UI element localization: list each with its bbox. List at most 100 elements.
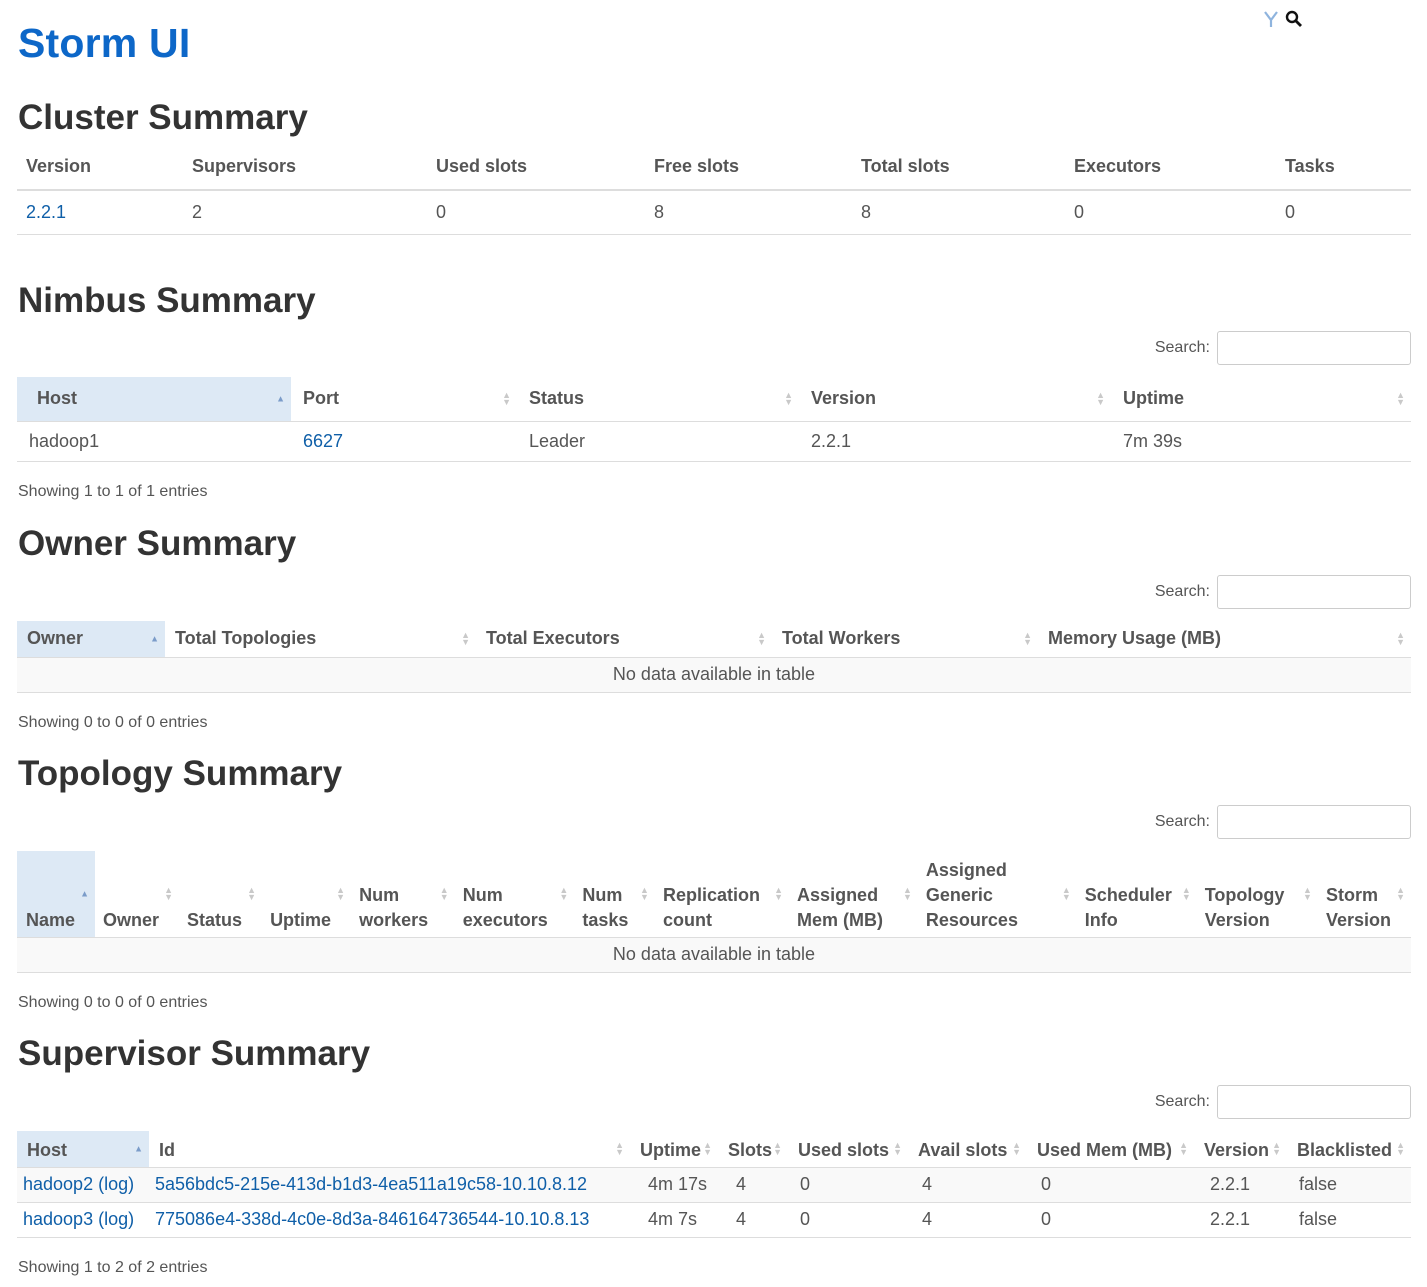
col-version: Version <box>17 150 183 191</box>
supervisor-summary-table: Host ▲ Id ▲ ▼ Uptime ▲ ▼ Slots ▲ ▼ Used slots ▲ ▼… <box>17 1131 1411 1238</box>
topology-header-row: Name ▲ Owner ▲ ▼ Status ▲ ▼ Uptime ▲ ▼ Num workers ▲ ▼… <box>17 851 1411 938</box>
column-header-text: Resources <box>925 909 1018 930</box>
col-topology-6-sort[interactable]: Num executors ▲ ▼ <box>454 851 575 938</box>
col-version-sort[interactable]: Version ▲ ▼ <box>799 377 1111 422</box>
col-host-sort[interactable]: Host ▲ <box>17 377 291 422</box>
col-slots-sort[interactable]: Slots ▲ ▼ <box>718 1131 788 1168</box>
col-topology-4-sort[interactable]: Uptime ▲ ▼ <box>262 851 352 938</box>
cell: 2.2.1 <box>1194 1167 1287 1203</box>
column-header-text: Version <box>1325 909 1391 930</box>
column-header-text: Topology <box>1204 884 1285 905</box>
owner-search: Search: <box>1155 575 1411 609</box>
col-owner-sort[interactable]: Owner ▲ <box>17 621 165 658</box>
col-topology-5-sort[interactable]: Num workers ▲ ▼ <box>351 851 455 938</box>
col-topology-3-sort[interactable]: Status ▲ ▼ <box>179 851 263 938</box>
search-label: Search: <box>1154 1093 1210 1110</box>
search-icon[interactable] <box>1285 10 1303 28</box>
nimbus-summary-table: Host ▲ Port ▲ ▼ Status ▲ ▼ Version ▲ ▼ Uptime ▲ ▼… <box>17 377 1411 462</box>
col-total-topologies-sort[interactable]: Total Topologies ▲ ▼ <box>165 621 476 658</box>
col-memory-usage-sort[interactable]: Memory Usage (MB) ▲ ▼ <box>1038 621 1411 658</box>
supervisor-summary-heading: Supervisor Summary <box>18 1034 371 1073</box>
table-row: 2.2.1 2 0 8 8 0 0 <box>17 190 1411 235</box>
col-avail-slots-sort[interactable]: Avail slots ▲ ▼ <box>908 1131 1027 1168</box>
column-header-text: Num <box>582 884 623 905</box>
supervisor-search: Search: <box>1155 1085 1411 1119</box>
col-topology-11-sort[interactable]: Scheduler Info ▲ ▼ <box>1076 851 1197 938</box>
column-header-text: Version <box>1204 909 1270 930</box>
topology-search: Search: <box>1155 805 1411 839</box>
col-port-sort[interactable]: Port ▲ ▼ <box>291 377 517 422</box>
cell: false <box>1287 1167 1411 1203</box>
col-topology-13-sort[interactable]: Storm Version ▲ ▼ <box>1317 851 1411 938</box>
nimbus-search-input[interactable] <box>1217 331 1411 365</box>
col-used-mem-sort[interactable]: Used Mem (MB) ▲ ▼ <box>1027 1131 1194 1168</box>
column-header-text: Owner <box>103 909 160 930</box>
col-topology-8-sort[interactable]: Replication count ▲ ▼ <box>654 851 790 938</box>
cell: 7m 39s <box>1111 421 1411 462</box>
sort-both-icon: ▲ ▼ <box>559 884 569 902</box>
col-topology-12-sort[interactable]: Topology Version ▲ ▼ <box>1196 851 1318 938</box>
col-topology-10-sort[interactable]: Assigned Generic Resources ▲ ▼ <box>917 851 1077 938</box>
topology-search-input[interactable] <box>1217 805 1411 839</box>
col-topology-9-sort[interactable]: Assigned Mem (MB) ▲ ▼ <box>789 851 918 938</box>
app-title[interactable]: Storm UI <box>18 20 190 67</box>
owner-summary-heading: Owner Summary <box>18 524 297 563</box>
col-blacklisted-sort[interactable]: Blacklisted ▲ ▼ <box>1287 1131 1411 1168</box>
nimbus-search: Search: <box>1155 331 1411 365</box>
col-topology-1-sort[interactable]: Name ▲ <box>17 851 96 938</box>
sort-both-icon: ▲ ▼ <box>336 884 346 902</box>
owner-table-info: Showing 0 to 0 of 0 entries <box>18 714 208 731</box>
column-header-text: Num <box>462 884 503 905</box>
table-row: hadoop3 (log) 775086e4-338d-4c0e-8d3a-84… <box>17 1202 1411 1238</box>
cell: 0 <box>1065 190 1276 235</box>
col-topology-2-sort[interactable]: Owner ▲ ▼ <box>95 851 180 938</box>
owner-search-input[interactable] <box>1217 575 1411 609</box>
host-link[interactable]: hadoop2 <box>23 1174 93 1194</box>
log-link[interactable]: (log) <box>98 1174 134 1194</box>
topology-summary-heading: Topology Summary <box>18 754 343 793</box>
supervisor-id-link[interactable]: 775086e4-338d-4c0e-8d3a-846164736544-10.… <box>155 1209 589 1229</box>
column-header-text: workers <box>359 909 429 930</box>
nimbus-table-info: Showing 1 to 1 of 1 entries <box>18 483 208 500</box>
cell: 8 <box>852 190 1065 235</box>
host-link[interactable]: hadoop3 <box>23 1209 93 1229</box>
sort-both-icon: ▲ ▼ <box>640 884 649 902</box>
sort-both-icon: ▲ ▼ <box>502 389 511 407</box>
port-link[interactable]: 6627 <box>291 421 517 462</box>
cell: false <box>1287 1202 1411 1238</box>
col-total-workers-sort[interactable]: Total Workers ▲ ▼ <box>772 621 1038 658</box>
col-uptime-sort[interactable]: Uptime ▲ ▼ <box>630 1131 718 1168</box>
cell: 0 <box>1027 1202 1194 1238</box>
yarn-icon[interactable] <box>1263 10 1279 28</box>
sort-both-icon: ▲ ▼ <box>1396 884 1405 902</box>
sort-both-icon: ▲ ▼ <box>1303 884 1312 902</box>
col-id-sort[interactable]: Id ▲ ▼ <box>149 1131 630 1168</box>
sort-both-icon: ▲ ▼ <box>1023 629 1032 647</box>
owner-summary-table: Owner ▲ Total Topologies ▲ ▼ Total Executor… <box>17 621 1411 693</box>
search-label: Search: <box>1154 583 1210 600</box>
col-version-sort[interactable]: Version ▲ ▼ <box>1194 1131 1287 1168</box>
cluster-version-link[interactable]: 2.2.1 <box>17 190 183 235</box>
col-used-slots-sort[interactable]: Used slots ▲ ▼ <box>788 1131 908 1168</box>
supervisor-id-link[interactable]: 5a56bdc5-215e-413d-b1d3-4ea511a19c58-10.… <box>155 1174 587 1194</box>
cell: 4 <box>908 1167 1027 1203</box>
nimbus-header-row: Host ▲ Port ▲ ▼ Status ▲ ▼ Version ▲ ▼ Uptime ▲ ▼ <box>17 377 1411 422</box>
column-header-text: Uptime <box>270 909 332 930</box>
col-host-sort[interactable]: Host ▲ <box>17 1131 149 1168</box>
col-topology-7-sort[interactable]: Num tasks ▲ ▼ <box>574 851 655 938</box>
column-header-text: Num <box>359 884 400 905</box>
supervisor-table-info: Showing 1 to 2 of 2 entries <box>18 1259 208 1276</box>
cell: 0 <box>788 1202 908 1238</box>
log-link[interactable]: (log) <box>98 1209 134 1229</box>
cluster-summary-table: Version Supervisors Used slots Free slot… <box>17 150 1411 235</box>
sort-both-icon: ▲ ▼ <box>774 884 784 902</box>
cell: 4 <box>908 1202 1027 1238</box>
col-total-executors-sort[interactable]: Total Executors ▲ ▼ <box>476 621 772 658</box>
sort-asc-icon: ▲ <box>276 393 285 404</box>
supervisor-search-input[interactable] <box>1217 1085 1411 1119</box>
col-executors: Executors <box>1065 150 1276 191</box>
col-uptime-sort[interactable]: Uptime ▲ ▼ <box>1111 377 1411 422</box>
column-header-text: Name <box>26 909 76 930</box>
col-status-sort[interactable]: Status ▲ ▼ <box>517 377 799 422</box>
cell: 2 <box>183 190 427 235</box>
